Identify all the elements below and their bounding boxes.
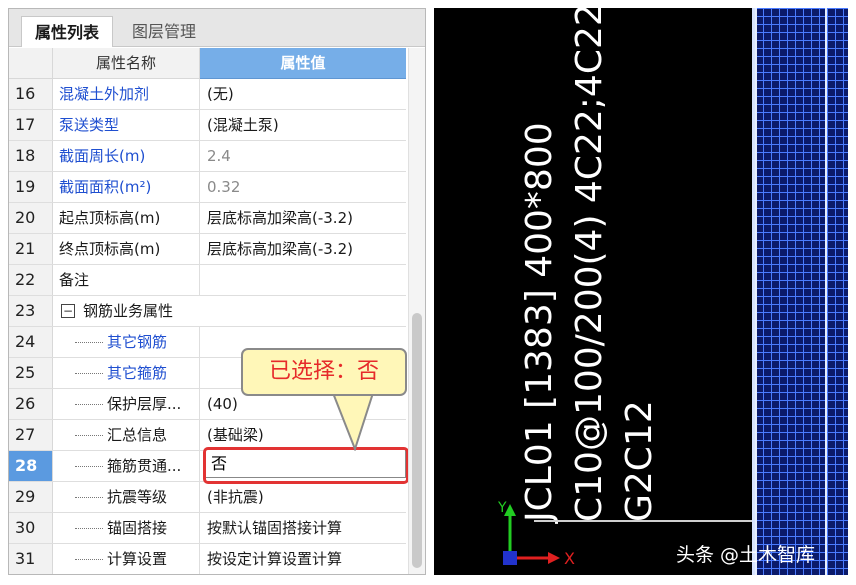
tree-connector [75, 373, 103, 374]
y-axis-label: Y [497, 500, 507, 516]
property-row-23[interactable]: 23 − 钢筋业务属性 [9, 296, 406, 327]
row-number: 17 [9, 110, 53, 140]
property-name: 混凝土外加剂 [53, 79, 200, 109]
property-row-30[interactable]: 30 锚固搭接 按默认锚固搭接计算 [9, 513, 406, 544]
annotation-callout: 已选择：否 [241, 348, 407, 396]
property-value[interactable]: 按默认锚固搭接计算 [200, 513, 406, 543]
row-number-header [9, 48, 53, 79]
tree-connector [75, 342, 103, 343]
column-header-value[interactable]: 属性值 [200, 48, 406, 79]
property-value: 2.4 [207, 147, 231, 165]
property-name-label: 抗震等级 [107, 488, 168, 506]
property-value[interactable]: (非抗震) [200, 482, 406, 512]
grid-border-line [755, 8, 757, 575]
property-row-19[interactable]: 19 截面面积(m²) 0.32 [9, 172, 406, 203]
panel-tabs: 属性列表 图层管理 [9, 9, 425, 47]
callout-pointer [331, 393, 375, 451]
row-number: 29 [9, 482, 53, 512]
row-number: 26 [9, 389, 53, 419]
collapse-toggle-icon[interactable]: − [61, 304, 75, 318]
property-name: 汇总信息 [53, 420, 200, 450]
row-number: 21 [9, 234, 53, 264]
property-row-29[interactable]: 29 抗震等级 (非抗震) [9, 482, 406, 513]
property-name: 截面面积(m²) [53, 172, 200, 202]
property-name: 保护层厚... [53, 389, 200, 419]
property-row-16[interactable]: 16 混凝土外加剂 (无) [9, 79, 406, 110]
beam-label-line-2: C10@100/200(4) 4C22;4C22 [569, 8, 610, 522]
column-header-name[interactable]: 属性名称 [53, 48, 200, 79]
tree-connector [75, 528, 103, 529]
row-number: 27 [9, 420, 53, 450]
property-value[interactable]: 层底标高加梁高(-3.2) [200, 234, 406, 264]
property-name: 锚固搭接 [53, 513, 200, 543]
property-value[interactable] [200, 265, 406, 295]
property-value[interactable]: 层底标高加梁高(-3.2) [200, 203, 406, 233]
row-number: 18 [9, 141, 53, 171]
property-row-18[interactable]: 18 截面周长(m) 2.4 [9, 141, 406, 172]
rebar-grid-area [752, 8, 848, 575]
property-name-label: 其它箍筋 [107, 364, 168, 382]
tree-connector [75, 559, 103, 560]
property-name-label: 锚固搭接 [107, 519, 168, 537]
property-name: 截面周长(m) [53, 141, 200, 171]
property-name: 备注 [53, 265, 200, 295]
property-grid-header: 属性名称 属性值 [9, 48, 425, 79]
property-value[interactable]: (无) [200, 79, 406, 109]
beam-label-line-1: JCL01 [1383] 400*800 [519, 122, 560, 522]
vertical-scrollbar[interactable] [408, 48, 425, 574]
highlight-frame [203, 447, 409, 484]
tree-connector [75, 497, 103, 498]
property-name: 计算设置 [53, 544, 200, 574]
property-name-label: 其它钢筋 [107, 333, 168, 351]
grid-border-line [825, 8, 827, 575]
row-number: 23 [9, 296, 53, 326]
property-name-label: 计算设置 [107, 550, 168, 568]
row-number: 19 [9, 172, 53, 202]
row-number: 28 [9, 451, 53, 481]
property-name-label: 箍筋贯通... [107, 457, 182, 475]
row-number: 24 [9, 327, 53, 357]
property-row-20[interactable]: 20 起点顶标高(m) 层底标高加梁高(-3.2) [9, 203, 406, 234]
property-group-name: − 钢筋业务属性 [53, 296, 406, 326]
tab-property-list[interactable]: 属性列表 [21, 16, 113, 47]
property-name: 泵送类型 [53, 110, 200, 140]
row-number: 22 [9, 265, 53, 295]
x-axis-label: X [564, 549, 575, 568]
property-name-label: 汇总信息 [107, 426, 168, 444]
row-number: 16 [9, 79, 53, 109]
property-row-21[interactable]: 21 终点顶标高(m) 层底标高加梁高(-3.2) [9, 234, 406, 265]
watermark: 头条 @土木智库 [676, 544, 816, 566]
scrollbar-thumb[interactable] [412, 313, 422, 568]
property-name: 终点顶标高(m) [53, 234, 200, 264]
property-value[interactable]: 按设定计算设置计算 [200, 544, 406, 574]
cad-canvas[interactable]: JCL01 [1383] 400*800 C10@100/200(4) 4C22… [434, 8, 848, 575]
tab-layer-management[interactable]: 图层管理 [117, 16, 211, 47]
row-number: 20 [9, 203, 53, 233]
property-name: 其它箍筋 [53, 358, 200, 388]
tree-connector [75, 404, 103, 405]
row-number: 30 [9, 513, 53, 543]
property-value[interactable]: (混凝土泵) [200, 110, 406, 140]
property-name: 其它钢筋 [53, 327, 200, 357]
property-grid: 16 混凝土外加剂 (无) 17 泵送类型 (混凝土泵) 18 截面周长(m) … [9, 79, 406, 574]
ucs-axis-icon: Y X [497, 500, 575, 568]
property-name-label: 保护层厚... [107, 395, 182, 413]
property-name: 起点顶标高(m) [53, 203, 200, 233]
tree-connector [75, 435, 103, 436]
property-row-17[interactable]: 17 泵送类型 (混凝土泵) [9, 110, 406, 141]
property-group-label: 钢筋业务属性 [83, 302, 174, 320]
property-panel: 属性列表 图层管理 属性名称 属性值 16 混凝土外加剂 (无) 17 泵送类型… [8, 8, 426, 575]
property-row-22[interactable]: 22 备注 [9, 265, 406, 296]
row-number: 25 [9, 358, 53, 388]
property-name: 抗震等级 [53, 482, 200, 512]
property-value: 0.32 [207, 178, 241, 196]
beam-label-line-3: G2C12 [619, 400, 660, 522]
tree-connector [75, 466, 103, 467]
row-number: 31 [9, 544, 53, 574]
property-row-31[interactable]: 31 计算设置 按设定计算设置计算 [9, 544, 406, 574]
property-name: 箍筋贯通... [53, 451, 200, 481]
